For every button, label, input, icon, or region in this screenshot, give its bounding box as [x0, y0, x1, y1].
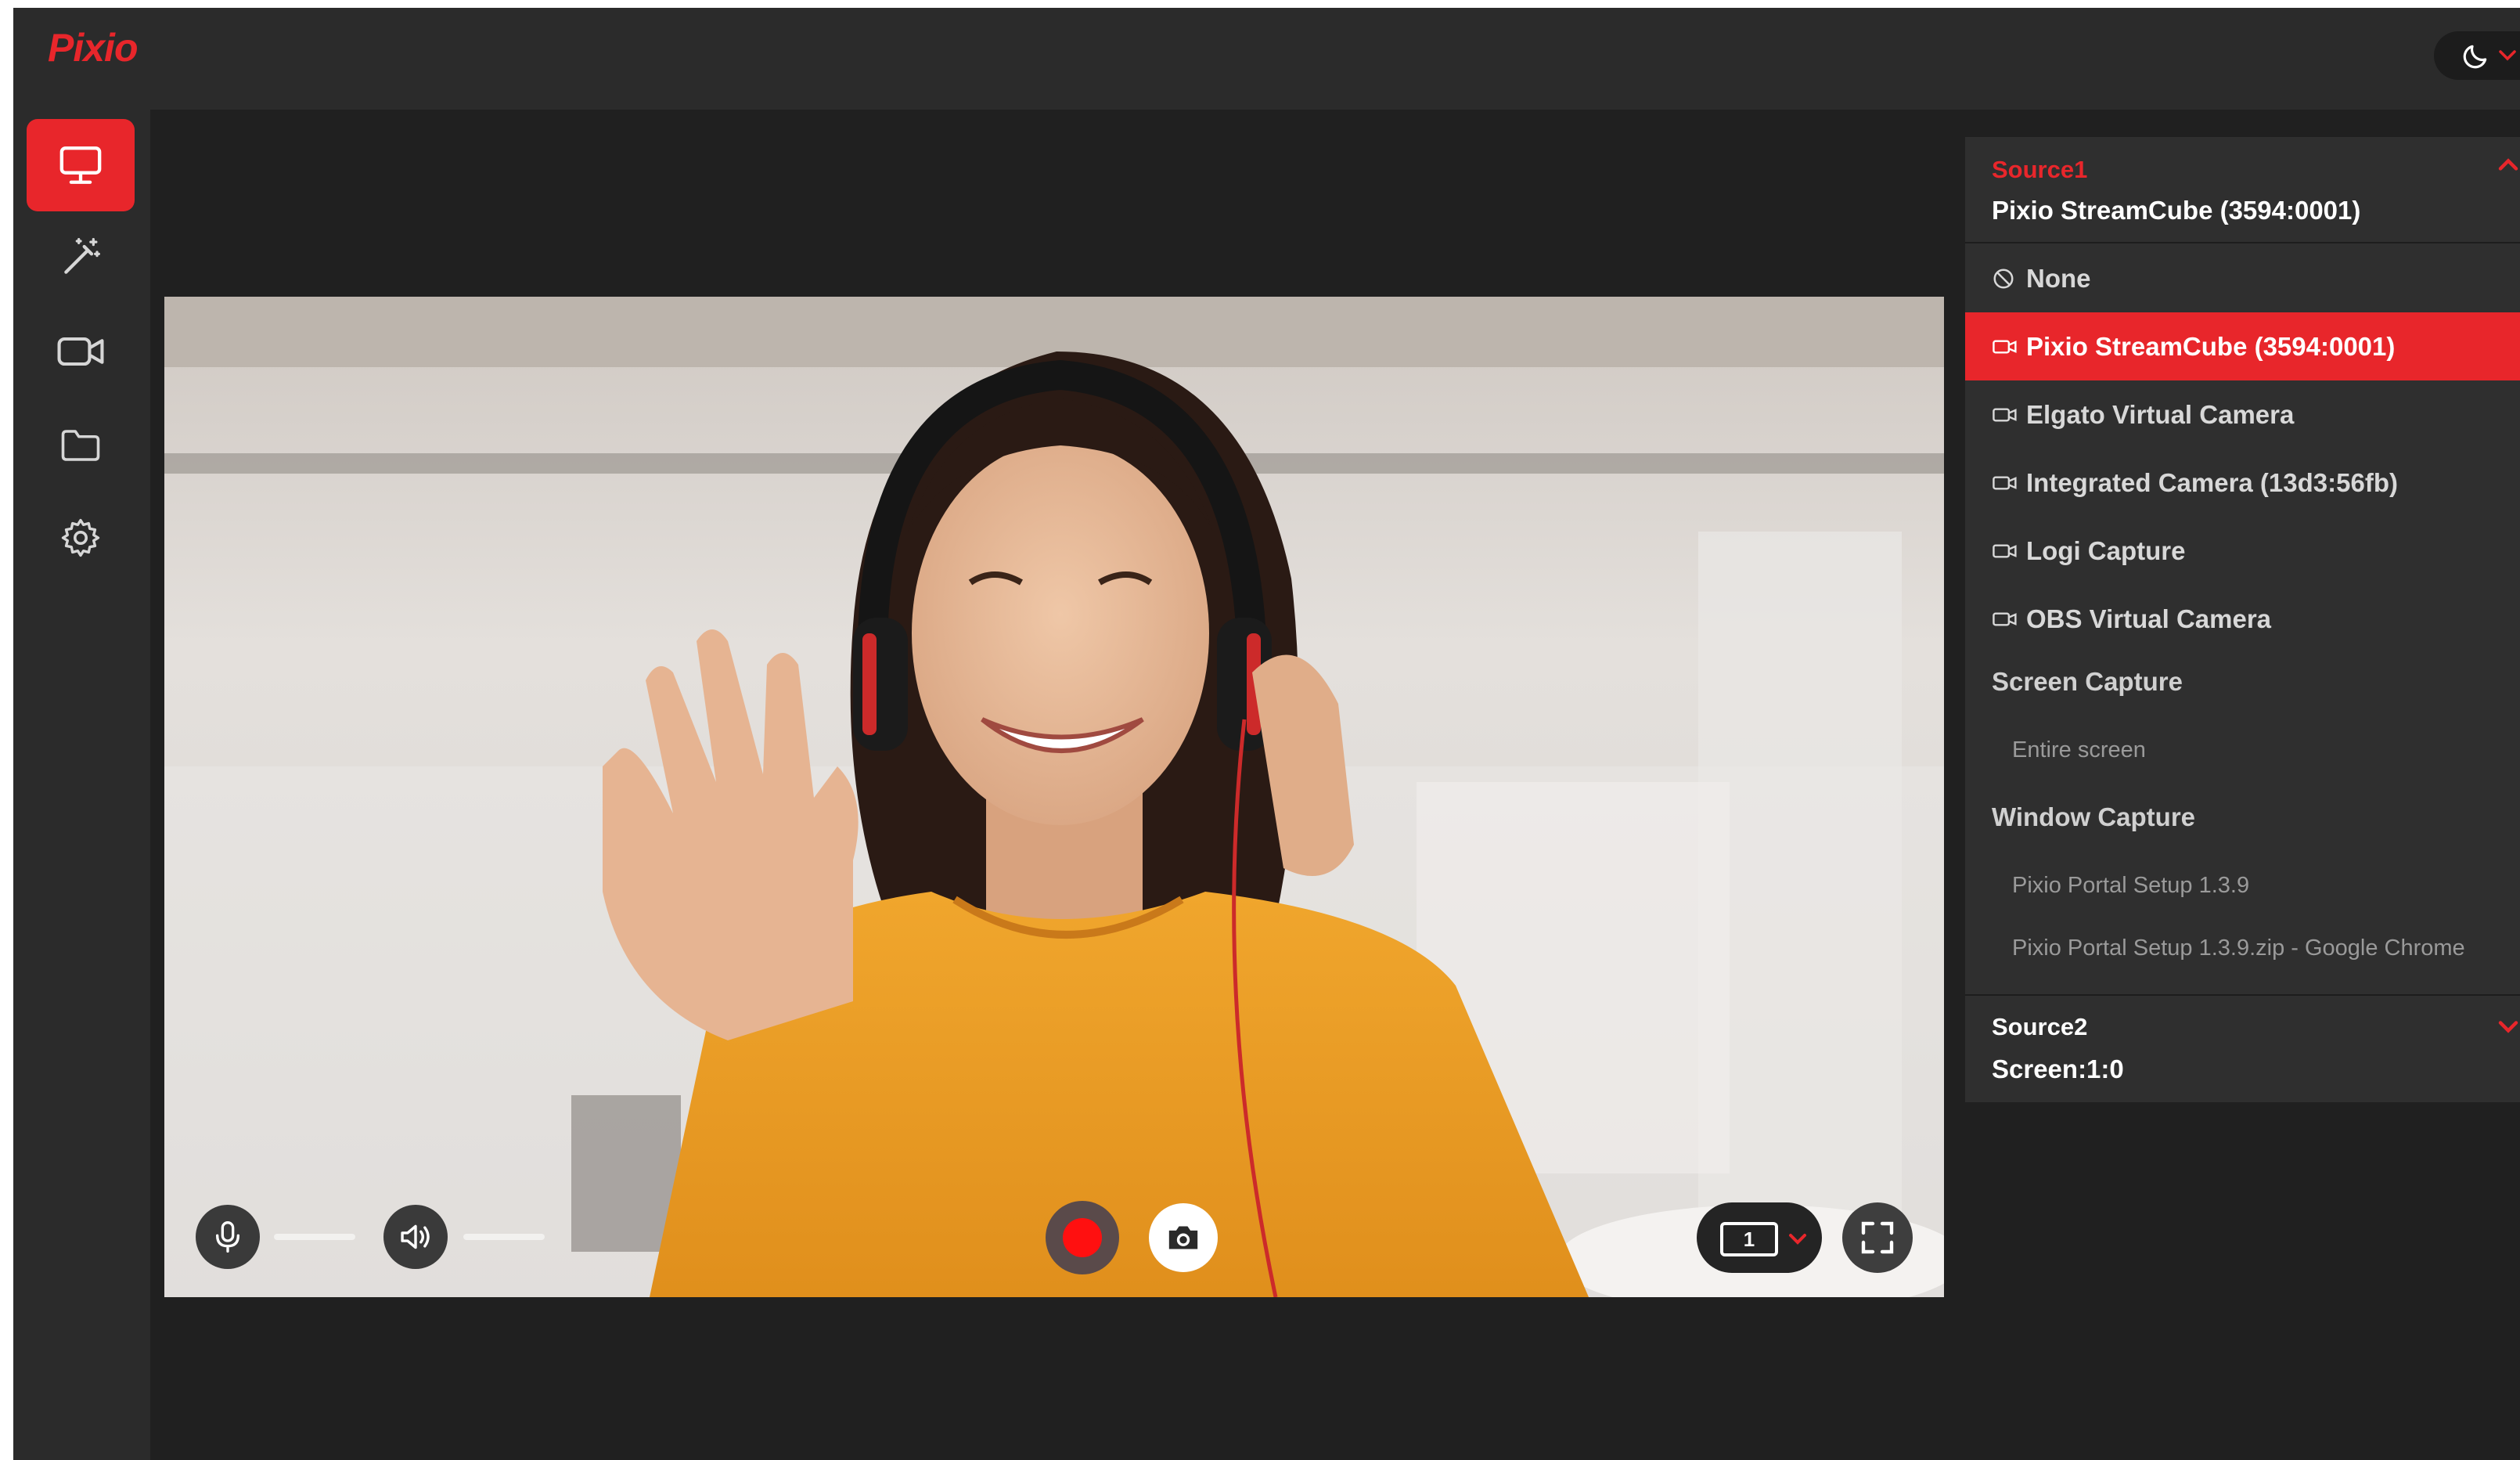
sidebar-item-files[interactable] [27, 399, 135, 492]
sidebar-item-settings[interactable] [27, 492, 135, 584]
option-window-chrome[interactable]: Pixio Portal Setup 1.3.9.zip - Google Ch… [2012, 935, 2465, 961]
video-preview: 1 [164, 297, 1944, 1297]
option-label: OBS Virtual Camera [2026, 604, 2272, 633]
option-integrated-camera[interactable]: Integrated Camera (13d3:56fb) [1965, 449, 2520, 517]
layout-count: 1 [1720, 1222, 1778, 1256]
option-pixio-streamcube[interactable]: Pixio StreamCube (3594:0001) [1965, 312, 2520, 380]
chevron-up-icon [2498, 158, 2518, 171]
source1-header[interactable]: Source1 Pixio StreamCube (3594:0001) [1965, 137, 2520, 243]
option-label: Integrated Camera (13d3:56fb) [2026, 467, 2398, 497]
monitor-icon [59, 146, 102, 184]
source1-value: Pixio StreamCube (3594:0001) [1992, 196, 2361, 225]
source2-value: Screen:1:0 [1992, 1054, 2124, 1083]
camera-icon [1168, 1226, 1198, 1249]
camera-icon [1992, 543, 2020, 560]
app-window: Pixio 1 Source1 Pixio StreamCube (3594:0… [13, 8, 2520, 1460]
chevron-down-icon [2499, 50, 2516, 61]
camera-feed-image [164, 297, 1944, 1297]
snapshot-button[interactable] [1149, 1203, 1218, 1272]
record-icon [1063, 1218, 1102, 1257]
option-window-pixio-setup[interactable]: Pixio Portal Setup 1.3.9 [2012, 873, 2249, 899]
camera-icon [1992, 338, 2020, 355]
option-obs-virtual-camera[interactable]: OBS Virtual Camera [1965, 585, 2520, 653]
ban-icon [1992, 267, 2020, 290]
option-label: Pixio StreamCube (3594:0001) [2026, 331, 2396, 361]
gear-icon [61, 518, 100, 557]
screen-capture-title: Screen Capture [1992, 667, 2183, 696]
sidebar-item-camera[interactable] [27, 305, 135, 398]
sidebar-item-display[interactable] [27, 119, 135, 211]
option-label: None [2026, 263, 2091, 293]
option-logi-capture[interactable]: Logi Capture [1965, 517, 2520, 585]
option-label: Elgato Virtual Camera [2026, 399, 2295, 429]
microphone-icon [216, 1221, 239, 1253]
app-logo: Pixio [48, 26, 138, 70]
option-elgato-virtual-camera[interactable]: Elgato Virtual Camera [1965, 380, 2520, 449]
microphone-button[interactable] [196, 1205, 260, 1269]
speaker-icon [401, 1224, 430, 1249]
chevron-down-icon [2498, 1021, 2518, 1033]
theme-toggle[interactable] [2434, 31, 2520, 80]
sidebar [13, 110, 150, 1460]
record-button[interactable] [1046, 1201, 1119, 1274]
camera-icon [1992, 406, 2020, 424]
fullscreen-button[interactable] [1842, 1202, 1913, 1273]
layout-selector[interactable]: 1 [1697, 1202, 1822, 1273]
window-capture-title: Window Capture [1992, 802, 2196, 831]
microphone-volume-slider[interactable] [274, 1234, 355, 1240]
source1-label: Source1 [1992, 156, 2088, 183]
folder-icon [61, 430, 100, 461]
speaker-volume-slider[interactable] [463, 1234, 545, 1240]
magic-wand-icon [64, 238, 100, 274]
speaker-button[interactable] [383, 1205, 448, 1269]
moon-icon [2463, 45, 2487, 69]
option-none[interactable]: None [1965, 244, 2520, 312]
source-panel: Source1 Pixio StreamCube (3594:0001) Non… [1965, 137, 2520, 1102]
top-bar: Pixio [13, 8, 2520, 110]
option-entire-screen[interactable]: Entire screen [2012, 737, 2146, 763]
video-camera-icon [57, 337, 104, 366]
source2-header[interactable]: Source2 Screen:1:0 [1965, 994, 2520, 1102]
fullscreen-icon [1861, 1221, 1894, 1254]
camera-icon [1992, 474, 2020, 492]
option-label: Logi Capture [2026, 535, 2186, 565]
camera-icon [1992, 611, 2020, 628]
source2-label: Source2 [1992, 1013, 2088, 1040]
sidebar-item-effects[interactable] [27, 211, 135, 304]
chevron-down-icon [1789, 1234, 1806, 1245]
